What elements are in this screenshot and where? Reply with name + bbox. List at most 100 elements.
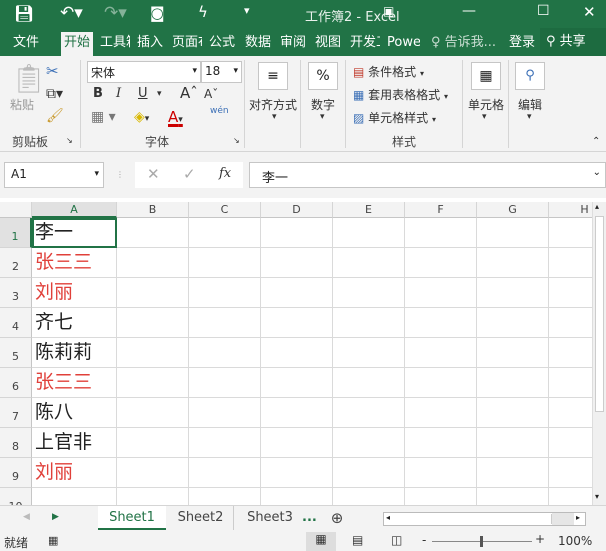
tab-developer[interactable]: 开发工具 <box>347 32 380 56</box>
cell-c2[interactable] <box>189 248 261 278</box>
tab-insert[interactable]: 插入 <box>134 32 166 56</box>
scroll-up-icon[interactable]: ▴ <box>595 202 599 211</box>
number-format-icon[interactable]: % <box>308 62 338 90</box>
cell-c8[interactable] <box>189 428 261 458</box>
minimize-icon[interactable]: — <box>462 3 476 19</box>
cell-b4[interactable] <box>117 308 189 338</box>
cell-f10[interactable] <box>405 488 477 505</box>
cell-styles-button[interactable]: ▨ 单元格样式 ▾ <box>353 109 436 126</box>
horizontal-scrollbar[interactable]: ◂ ▸ <box>383 512 586 526</box>
redo-icon[interactable]: ↷▾ <box>104 3 127 23</box>
cell-b5[interactable] <box>117 338 189 368</box>
zoom-in-button[interactable]: + <box>535 532 545 546</box>
save-icon[interactable]: 💾︎ <box>14 4 34 23</box>
cell-h1[interactable] <box>549 218 592 248</box>
cell-f7[interactable] <box>405 398 477 428</box>
font-size-select[interactable]: 18 ▾ <box>201 61 242 83</box>
normal-view-icon[interactable]: ▦ <box>306 532 336 551</box>
customize-qat-icon[interactable]: ▾ <box>244 4 250 17</box>
cell-h6[interactable] <box>549 368 592 398</box>
cell-g7[interactable] <box>477 398 549 428</box>
cell-g1[interactable] <box>477 218 549 248</box>
cell-c5[interactable] <box>189 338 261 368</box>
row-header[interactable]: 5 <box>0 338 32 368</box>
align-icon[interactable]: ≡ <box>258 62 288 90</box>
cell-h5[interactable] <box>549 338 592 368</box>
search-icon[interactable]: ⚲ <box>515 62 545 90</box>
cell-b1[interactable] <box>117 218 189 248</box>
tab-review[interactable]: 审阅 <box>277 32 309 56</box>
font-name-select[interactable]: 宋体 ▾ <box>87 61 201 83</box>
tell-me[interactable]: ♀ 告诉我... <box>428 32 499 56</box>
row-header[interactable]: 2 <box>0 248 32 278</box>
cell-e10[interactable] <box>333 488 405 505</box>
share-button[interactable]: ⚲ 共享 <box>540 28 606 56</box>
cell-c9[interactable] <box>189 458 261 488</box>
column-header-e[interactable]: E <box>333 202 405 218</box>
cell-d9[interactable] <box>261 458 333 488</box>
scroll-left-icon[interactable]: ◂ <box>386 513 390 522</box>
row-header[interactable]: 6 <box>0 368 32 398</box>
tab-formulas[interactable]: 公式 <box>206 32 238 56</box>
cell-h9[interactable] <box>549 458 592 488</box>
row-header[interactable]: 9 <box>0 458 32 488</box>
camera-icon[interactable]: ◙ <box>150 4 165 22</box>
cell-h4[interactable] <box>549 308 592 338</box>
cell-f3[interactable] <box>405 278 477 308</box>
conditional-format-button[interactable]: ▤ 条件格式 ▾ <box>353 63 424 80</box>
cell-a4[interactable]: 齐七 <box>32 308 117 338</box>
cell-d1[interactable] <box>261 218 333 248</box>
sheet-tab-sheet1[interactable]: Sheet1 <box>98 506 166 530</box>
cell-f6[interactable] <box>405 368 477 398</box>
cell-c6[interactable] <box>189 368 261 398</box>
dialog-launcher-icon[interactable]: ↘ <box>233 136 240 145</box>
decrease-font-icon[interactable]: Aˇ <box>204 87 218 101</box>
column-header-a[interactable]: A <box>32 202 117 218</box>
copy-icon[interactable]: ⧉▾ <box>46 86 63 102</box>
flash-icon[interactable]: ϟ <box>198 3 208 21</box>
cell-f4[interactable] <box>405 308 477 338</box>
column-header-d[interactable]: D <box>261 202 333 218</box>
cell-f5[interactable] <box>405 338 477 368</box>
zoom-level[interactable]: 100% <box>558 534 592 548</box>
select-all-corner[interactable] <box>0 202 32 218</box>
cell-h10[interactable] <box>549 488 592 505</box>
row-header[interactable]: 4 <box>0 308 32 338</box>
add-sheet-icon[interactable]: ⊕ <box>328 506 346 530</box>
paste-button[interactable]: 粘贴 <box>10 96 34 113</box>
number-button[interactable]: 数字 <box>311 96 335 113</box>
cell-d6[interactable] <box>261 368 333 398</box>
cells-button[interactable]: 单元格 <box>468 96 504 113</box>
row-header[interactable]: 8 <box>0 428 32 458</box>
cell-e3[interactable] <box>333 278 405 308</box>
worksheet-grid[interactable]: ABCDEFGH 1 李一 2 张三三 3 刘丽 4 齐七 5 陈莉莉 6 张三三 7 陈八 8 上官非 9 刘丽… <box>0 202 592 505</box>
underline-button[interactable]: U <box>138 86 148 101</box>
cell-f1[interactable] <box>405 218 477 248</box>
cell-c10[interactable] <box>189 488 261 505</box>
cell-d8[interactable] <box>261 428 333 458</box>
cell-f8[interactable] <box>405 428 477 458</box>
cell-d7[interactable] <box>261 398 333 428</box>
cell-g9[interactable] <box>477 458 549 488</box>
editing-button[interactable]: 编辑 <box>518 96 542 113</box>
font-color-icon[interactable]: A▾ <box>168 108 183 126</box>
cell-e5[interactable] <box>333 338 405 368</box>
cells-icon[interactable]: ▦ <box>471 62 501 90</box>
cell-e2[interactable] <box>333 248 405 278</box>
dialog-launcher-icon[interactable]: ↘ <box>66 136 73 145</box>
format-painter-icon[interactable]: 🖌︎ <box>46 108 64 124</box>
column-header-g[interactable]: G <box>477 202 549 218</box>
maximize-icon[interactable]: ☐ <box>537 3 550 19</box>
cell-c4[interactable] <box>189 308 261 338</box>
cell-h2[interactable] <box>549 248 592 278</box>
scroll-down-icon[interactable]: ▾ <box>595 492 599 501</box>
tab-data[interactable]: 数据 <box>242 32 274 56</box>
cell-g5[interactable] <box>477 338 549 368</box>
cell-d2[interactable] <box>261 248 333 278</box>
cell-b6[interactable] <box>117 368 189 398</box>
cell-d4[interactable] <box>261 308 333 338</box>
cell-g2[interactable] <box>477 248 549 278</box>
cell-b3[interactable] <box>117 278 189 308</box>
scroll-thumb[interactable] <box>396 514 552 524</box>
cell-d5[interactable] <box>261 338 333 368</box>
